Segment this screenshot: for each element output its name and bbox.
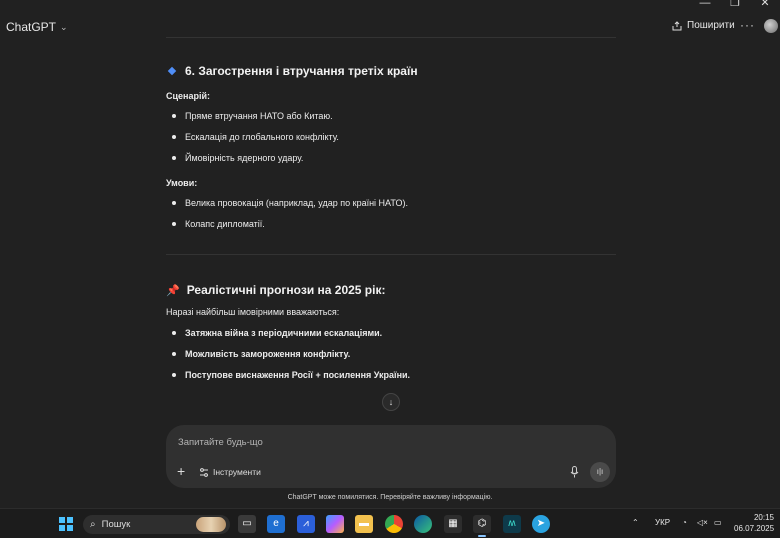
volume-muted-icon[interactable]: ◁× bbox=[697, 518, 708, 527]
forecast-heading: 📌 Реалістичні прогнози на 2025 рік: bbox=[166, 283, 385, 297]
message-composer[interactable]: Запитайте будь-що + Інструменти ı|ı bbox=[166, 425, 616, 488]
battery-icon[interactable]: ▭ bbox=[714, 518, 722, 527]
chatgpt-icon[interactable]: ⌬ bbox=[473, 515, 491, 537]
microphone-icon[interactable] bbox=[570, 466, 579, 481]
scenario-label: Сценарій: bbox=[166, 91, 211, 101]
list-item: Велика провокація (наприклад, удар по кр… bbox=[172, 198, 408, 208]
date: 06.07.2025 bbox=[734, 524, 775, 533]
pushpin-icon: 📌 bbox=[166, 284, 180, 297]
app-name: ChatGPT bbox=[6, 20, 57, 34]
model-selector[interactable]: ChatGPT ⌄ bbox=[6, 20, 68, 34]
chevron-down-icon: ⌄ bbox=[60, 21, 68, 32]
app-blue-icon[interactable]: ⩘ bbox=[297, 515, 315, 533]
divider bbox=[166, 37, 616, 38]
edge-icon[interactable] bbox=[414, 515, 432, 533]
language-indicator[interactable]: УКР bbox=[655, 518, 670, 527]
taskbar-search[interactable]: ⌕ Пошук bbox=[83, 515, 230, 534]
divider bbox=[166, 254, 616, 255]
share-button[interactable]: Поширити bbox=[672, 20, 735, 31]
section-title: 6. Загострення і втручання третіх країн bbox=[185, 64, 418, 78]
conditions-label: Умови: bbox=[166, 178, 198, 188]
tools-label: Інструменти bbox=[213, 467, 261, 477]
tools-button[interactable]: Інструменти bbox=[199, 467, 261, 477]
taskbar: ⌕ Пошук ▭ e ⩘ ▬ ▦ ⌬ ʍ ➤ ⌃ УКР ◔ ◁× ▭ 20:… bbox=[0, 508, 780, 538]
time: 20:15 bbox=[753, 513, 774, 522]
list-item: Ймовірність ядерного удару. bbox=[172, 153, 303, 163]
scroll-down-button[interactable]: ↓ bbox=[382, 393, 400, 411]
chrome-icon[interactable] bbox=[385, 515, 403, 533]
minimize-button[interactable]: — bbox=[690, 0, 720, 10]
neural-app-icon[interactable]: ʍ bbox=[503, 515, 521, 533]
list-item: Колапс дипломатії. bbox=[172, 219, 265, 229]
search-label: Пошук bbox=[101, 519, 131, 530]
clock[interactable]: 20:15 06.07.2025 bbox=[734, 512, 774, 534]
disclaimer: ChatGPT може помилятися. Перевіряйте важ… bbox=[287, 494, 493, 501]
voice-mode-button[interactable]: ı|ı bbox=[590, 462, 610, 482]
telegram-icon[interactable]: ➤ bbox=[532, 515, 550, 533]
file-explorer-icon[interactable]: ▬ bbox=[355, 515, 373, 533]
section-heading: 6. Загострення і втручання третіх країн bbox=[166, 64, 418, 78]
list-item: Затяжна війна з періодичними ескалаціями… bbox=[172, 328, 382, 338]
list-item: Поступове виснаження Росії + посилення У… bbox=[172, 370, 410, 380]
search-highlight-image bbox=[196, 517, 226, 532]
list-item: Ескалація до глобального конфлікту. bbox=[172, 132, 339, 142]
plus-icon[interactable]: + bbox=[177, 463, 185, 479]
waveform-icon: ı|ı bbox=[596, 467, 604, 476]
more-options-icon[interactable]: ··· bbox=[740, 18, 755, 32]
list-item: Пряме втручання НАТО або Китаю. bbox=[172, 111, 333, 121]
wifi-icon[interactable]: ◔ bbox=[682, 518, 687, 527]
share-label: Поширити bbox=[687, 20, 735, 31]
message-input[interactable]: Запитайте будь-що bbox=[178, 437, 263, 448]
arrow-down-icon: ↓ bbox=[388, 397, 394, 407]
diamond-icon bbox=[167, 66, 177, 76]
restore-button[interactable]: ❐ bbox=[720, 0, 750, 10]
edge-beta-icon[interactable]: e bbox=[267, 515, 285, 533]
windows-start-icon[interactable] bbox=[59, 517, 73, 531]
list-item: Можливість замороження конфлікту. bbox=[172, 349, 350, 359]
chevron-up-icon[interactable]: ⌃ bbox=[632, 518, 639, 527]
sliders-icon bbox=[200, 467, 208, 477]
share-icon bbox=[672, 20, 682, 30]
microsoft-store-icon[interactable]: ▦ bbox=[444, 515, 462, 533]
close-button[interactable]: ✕ bbox=[750, 0, 780, 10]
search-icon: ⌕ bbox=[90, 519, 96, 530]
forecast-intro: Наразі найбільш імовірними вважаються: bbox=[166, 307, 340, 317]
forecast-title: Реалістичні прогнози на 2025 рік: bbox=[186, 283, 386, 297]
avatar[interactable] bbox=[764, 19, 778, 33]
copilot-icon[interactable] bbox=[326, 515, 344, 533]
window-controls: — ❐ ✕ bbox=[690, 0, 780, 10]
task-view-icon[interactable]: ▭ bbox=[238, 515, 256, 533]
